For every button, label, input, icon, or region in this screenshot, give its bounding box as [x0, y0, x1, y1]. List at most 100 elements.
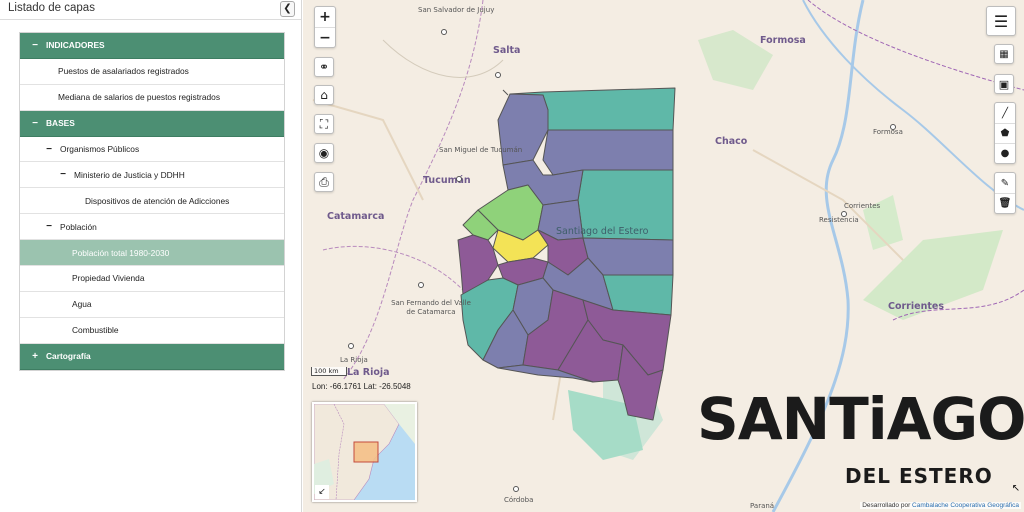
label-san-miguel-tucuman: San Miguel de Tucumán — [439, 146, 523, 154]
marker-icon: ● — [1000, 148, 1010, 159]
santiago-logo: SANTiAGO — [697, 385, 1024, 453]
layer-label: Combustible — [72, 325, 119, 336]
edit-toolbar: ✎ 🗑 — [994, 172, 1016, 214]
globe-icon: ◉ — [318, 146, 330, 160]
layer-label: Población total 1980-2030 — [72, 247, 170, 258]
zoom-control: + − — [314, 6, 336, 48]
attribution-text: Desarrollado por — [862, 502, 913, 509]
coordinates-readout: Lon: -66.1761 Lat: -26.5048 — [312, 382, 411, 391]
zoom-in-button[interactable]: + — [315, 7, 335, 27]
attribution: Desarrollado por Cambalache Cooperativa … — [860, 502, 1021, 509]
home-button[interactable]: ⌂ — [314, 85, 334, 105]
layer-label: BASES — [46, 118, 75, 129]
city-marker — [890, 124, 896, 130]
scale-bar: 100 km — [311, 367, 347, 376]
collapse-icon[interactable]: − — [42, 221, 56, 232]
overview-minimap[interactable]: ↙ — [312, 402, 417, 502]
layer-item[interactable]: Agua — [20, 292, 284, 318]
layer-label: Mediana de salarios de puestos registrad… — [58, 92, 221, 103]
table-button[interactable]: ▦ — [994, 44, 1014, 64]
draw-polygon-icon: ⬟ — [1000, 128, 1010, 139]
resize-arrow-icon: ↖ — [1011, 483, 1020, 494]
attribution-link[interactable]: Cambalache Cooperativa Geográfica — [912, 502, 1019, 509]
map-view[interactable]: San Salvador de Jujuy Salta Formosa Form… — [303, 0, 1024, 512]
collapse-icon[interactable]: − — [28, 118, 42, 129]
print-button[interactable]: ⎙ — [314, 172, 334, 192]
edit-button[interactable]: ✎ — [995, 173, 1015, 193]
trash-button[interactable]: 🗑 — [995, 193, 1015, 213]
city-marker — [513, 486, 519, 492]
city-marker — [456, 176, 462, 182]
layer-group-header[interactable]: − BASES — [20, 110, 284, 137]
draw-line-button[interactable]: ╱ — [995, 103, 1015, 123]
globe-button[interactable]: ◉ — [314, 143, 334, 163]
label-corrientes-province: Corrientes — [888, 301, 944, 312]
label-san-salvador: San Salvador de Jujuy — [418, 6, 495, 14]
layer-item[interactable]: Combustible — [20, 318, 284, 344]
label-corrientes-city: Corrientes — [844, 202, 881, 210]
draw-toolbar: ╱ ⬟ ● — [994, 102, 1016, 164]
frame-icon: ▣ — [998, 77, 1010, 91]
draw-line-icon: ╱ — [1001, 107, 1009, 119]
label-salta: Salta — [493, 45, 521, 56]
santiago-logo-subtitle: DEL ESTERO — [845, 464, 993, 488]
layers-icon: ☰ — [993, 11, 1009, 31]
trash-icon: 🗑 — [998, 198, 1012, 209]
fullscreen-icon: ⛶ — [319, 116, 329, 131]
measure-icon: ⚭ — [318, 60, 330, 74]
layer-label: Población — [60, 221, 97, 232]
layer-item[interactable]: Población total 1980-2030 — [20, 240, 284, 267]
label-san-fernando-catamarca: San Fernando del Valle de Catamarca — [391, 299, 471, 316]
layer-folder[interactable]: − Organismos Públicos — [20, 137, 284, 163]
layer-label: Ministerio de Justicia y DDHH — [74, 169, 185, 180]
layer-label: Agua — [72, 299, 92, 310]
city-marker — [495, 72, 501, 78]
label-santiago-del-estero: Santiago del Estero — [556, 226, 649, 237]
label-resistencia: Resistencia — [819, 216, 859, 224]
marker-button[interactable]: ● — [995, 143, 1015, 163]
layer-item[interactable]: Dispositivos de atención de Adicciones — [20, 188, 284, 215]
minimap-graphic — [314, 404, 415, 500]
layer-group-header[interactable]: − INDICADORES — [20, 33, 284, 59]
frame-button[interactable]: ▣ — [994, 74, 1014, 94]
label-formosa-city: Formosa — [873, 128, 903, 136]
panel-header: Listado de capas ❮ — [0, 0, 301, 20]
collapse-icon[interactable]: − — [28, 40, 42, 51]
panel-title: Listado de capas — [8, 2, 95, 14]
city-marker — [348, 343, 354, 349]
print-icon: ⎙ — [319, 174, 329, 189]
fullscreen-button[interactable]: ⛶ — [314, 114, 334, 134]
label-cordoba: Córdoba — [504, 496, 534, 504]
home-icon: ⌂ — [320, 88, 328, 102]
layer-item[interactable]: Mediana de salarios de puestos registrad… — [20, 85, 284, 111]
city-marker — [418, 282, 424, 288]
layers-button[interactable]: ☰ — [986, 6, 1016, 36]
edit-icon: ✎ — [1000, 177, 1010, 189]
layer-label: Cartografía — [46, 351, 91, 362]
collapse-arrow-icon: ↙ — [318, 487, 326, 497]
label-la-rioja-city: La Rioja — [340, 356, 368, 364]
measure-button[interactable]: ⚭ — [314, 57, 334, 77]
layer-folder[interactable]: − Ministerio de Justicia y DDHH — [20, 162, 284, 189]
label-tucuman: Tucumán — [423, 175, 471, 186]
collapse-icon[interactable]: − — [42, 144, 56, 155]
collapse-panel-button[interactable]: ❮ — [280, 1, 295, 17]
layer-label: Puestos de asalariados registrados — [58, 66, 189, 77]
label-chaco: Chaco — [715, 136, 748, 147]
expand-icon[interactable]: + — [28, 351, 42, 362]
layer-folder[interactable]: − Población — [20, 214, 284, 241]
chevron-left-icon: ❮ — [283, 3, 292, 14]
table-icon: ▦ — [999, 48, 1009, 60]
zoom-out-button[interactable]: − — [315, 27, 335, 47]
label-parana: Paraná — [750, 502, 775, 510]
label-la-rioja-province: La Rioja — [347, 367, 390, 378]
layer-tree: − INDICADORES Puestos de asalariados regis… — [19, 32, 285, 371]
layer-item[interactable]: Propiedad Vivienda — [20, 266, 284, 292]
collapse-icon[interactable]: − — [56, 169, 70, 180]
layer-item[interactable]: Puestos de asalariados registrados — [20, 59, 284, 85]
layer-label: Propiedad Vivienda — [72, 273, 145, 284]
draw-polygon-button[interactable]: ⬟ — [995, 123, 1015, 143]
minimap-toggle-button[interactable]: ↙ — [315, 485, 329, 499]
label-catamarca: Catamarca — [327, 211, 385, 222]
layer-group-header[interactable]: + Cartografía — [20, 343, 284, 370]
